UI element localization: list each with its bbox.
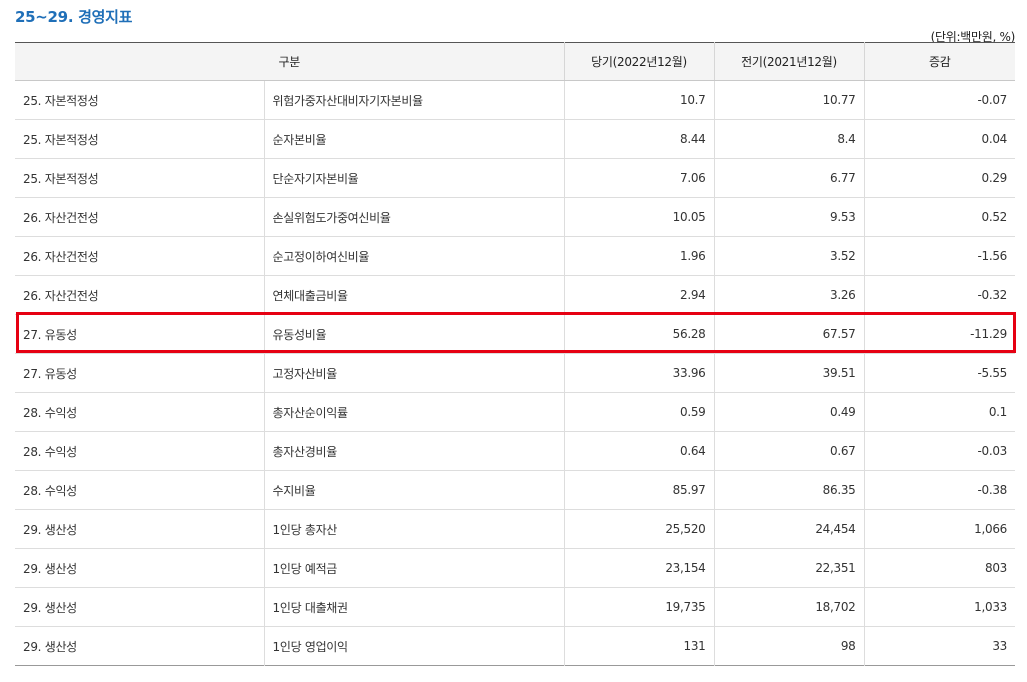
table-row: 26. 자산건전성 연체대출금비율 2.94 3.26 -0.32 bbox=[15, 275, 1016, 315]
cell-current: 19,735 bbox=[563, 587, 715, 627]
table-row: 28. 수익성 총자산경비율 0.64 0.67 -0.03 bbox=[15, 431, 1016, 471]
cell-current: 2.94 bbox=[563, 275, 715, 315]
cell-current: 131 bbox=[563, 626, 715, 666]
cell-change: 1,066 bbox=[863, 509, 1016, 549]
cell-previous: 0.49 bbox=[713, 392, 865, 432]
cell-current: 23,154 bbox=[563, 548, 715, 588]
cell-change: 0.52 bbox=[863, 197, 1016, 237]
table-row: 29. 생산성 1인당 대출채권 19,735 18,702 1,033 bbox=[15, 587, 1016, 627]
cell-previous: 8.4 bbox=[713, 119, 865, 159]
cell-change: 0.1 bbox=[863, 392, 1016, 432]
cell-previous: 22,351 bbox=[713, 548, 865, 588]
management-indicators-table: 구분 당기(2022년12월) 전기(2021년12월) 증감 25. 자본적정… bbox=[15, 42, 1016, 666]
table-header-row: 구분 당기(2022년12월) 전기(2021년12월) 증감 bbox=[15, 42, 1016, 81]
cell-current: 33.96 bbox=[563, 353, 715, 393]
cell-item: 단순자기자본비율 bbox=[263, 158, 565, 198]
cell-current: 1.96 bbox=[563, 236, 715, 276]
cell-change: -0.07 bbox=[863, 80, 1016, 120]
cell-current: 56.28 bbox=[563, 314, 715, 354]
cell-group: 27. 유동성 bbox=[15, 314, 264, 354]
header-current: 당기(2022년12월) bbox=[563, 42, 715, 81]
cell-group: 29. 생산성 bbox=[15, 548, 264, 588]
cell-group: 26. 자산건전성 bbox=[15, 275, 264, 315]
cell-group: 26. 자산건전성 bbox=[15, 236, 264, 276]
cell-previous: 67.57 bbox=[713, 314, 865, 354]
cell-previous: 18,702 bbox=[713, 587, 865, 627]
cell-previous: 3.52 bbox=[713, 236, 865, 276]
header-previous: 전기(2021년12월) bbox=[713, 42, 865, 81]
cell-change: -5.55 bbox=[863, 353, 1016, 393]
cell-current: 0.64 bbox=[563, 431, 715, 471]
table-row: 25. 자본적정성 단순자기자본비율 7.06 6.77 0.29 bbox=[15, 158, 1016, 198]
cell-change: 803 bbox=[863, 548, 1016, 588]
cell-previous: 24,454 bbox=[713, 509, 865, 549]
header-category: 구분 bbox=[15, 42, 565, 81]
cell-current: 10.7 bbox=[563, 80, 715, 120]
table-row: 25. 자본적정성 위험가중자산대비자기자본비율 10.7 10.77 -0.07 bbox=[15, 80, 1016, 120]
cell-previous: 86.35 bbox=[713, 470, 865, 510]
table-row: 26. 자산건전성 손실위험도가중여신비율 10.05 9.53 0.52 bbox=[15, 197, 1016, 237]
cell-current: 0.59 bbox=[563, 392, 715, 432]
cell-item: 손실위험도가중여신비율 bbox=[263, 197, 565, 237]
page-title: 25~29. 경영지표 bbox=[15, 8, 133, 26]
cell-group: 29. 생산성 bbox=[15, 587, 264, 627]
cell-item: 1인당 총자산 bbox=[263, 509, 565, 549]
cell-item: 위험가중자산대비자기자본비율 bbox=[263, 80, 565, 120]
cell-group: 27. 유동성 bbox=[15, 353, 264, 393]
table-row: 29. 생산성 1인당 총자산 25,520 24,454 1,066 bbox=[15, 509, 1016, 549]
cell-change: 0.04 bbox=[863, 119, 1016, 159]
table-row: 28. 수익성 수지비율 85.97 86.35 -0.38 bbox=[15, 470, 1016, 510]
cell-group: 26. 자산건전성 bbox=[15, 197, 264, 237]
cell-item: 1인당 영업이익 bbox=[263, 626, 565, 666]
cell-previous: 9.53 bbox=[713, 197, 865, 237]
cell-group: 28. 수익성 bbox=[15, 392, 264, 432]
cell-item: 1인당 대출채권 bbox=[263, 587, 565, 627]
table-row: 27. 유동성 고정자산비율 33.96 39.51 -5.55 bbox=[15, 353, 1016, 393]
table-row: 29. 생산성 1인당 영업이익 131 98 33 bbox=[15, 626, 1016, 666]
cell-current: 85.97 bbox=[563, 470, 715, 510]
cell-change: 1,033 bbox=[863, 587, 1016, 627]
cell-change: -11.29 bbox=[863, 314, 1016, 354]
table-row: 29. 생산성 1인당 예적금 23,154 22,351 803 bbox=[15, 548, 1016, 588]
table-row: 28. 수익성 총자산순이익률 0.59 0.49 0.1 bbox=[15, 392, 1016, 432]
cell-item: 고정자산비율 bbox=[263, 353, 565, 393]
cell-group: 25. 자본적정성 bbox=[15, 80, 264, 120]
cell-item: 유동성비율 bbox=[263, 314, 565, 354]
cell-group: 29. 생산성 bbox=[15, 509, 264, 549]
cell-current: 25,520 bbox=[563, 509, 715, 549]
table-row: 26. 자산건전성 순고정이하여신비율 1.96 3.52 -1.56 bbox=[15, 236, 1016, 276]
cell-previous: 3.26 bbox=[713, 275, 865, 315]
cell-group: 29. 생산성 bbox=[23, 639, 77, 654]
cell-previous: 10.77 bbox=[713, 80, 865, 120]
cell-item: 연체대출금비율 bbox=[263, 275, 565, 315]
cell-change: 33 bbox=[863, 626, 1016, 666]
table-row: 25. 자본적정성 순자본비율 8.44 8.4 0.04 bbox=[15, 119, 1016, 159]
cell-group: 28. 수익성 bbox=[15, 470, 264, 510]
cell-change: -0.03 bbox=[863, 431, 1016, 471]
table-body: 25. 자본적정성 위험가중자산대비자기자본비율 10.7 10.77 -0.07 25.… bbox=[15, 80, 1016, 666]
cell-current: 8.44 bbox=[563, 119, 715, 159]
cell-item: 순고정이하여신비율 bbox=[263, 236, 565, 276]
cell-item: 순자본비율 bbox=[263, 119, 565, 159]
table-row: 27. 유동성 유동성비율 56.28 67.57 -11.29 bbox=[15, 314, 1016, 354]
cell-previous: 98 bbox=[713, 626, 865, 666]
cell-previous: 6.77 bbox=[713, 158, 865, 198]
cell-item: 수지비율 bbox=[263, 470, 565, 510]
cell-previous: 0.67 bbox=[713, 431, 865, 471]
cell-change: -1.56 bbox=[863, 236, 1016, 276]
cell-item: 총자산경비율 bbox=[263, 431, 565, 471]
cell-change: -0.38 bbox=[863, 470, 1016, 510]
cell-item: 1인당 예적금 bbox=[263, 548, 565, 588]
cell-item: 총자산순이익률 bbox=[263, 392, 565, 432]
header-change: 증감 bbox=[863, 42, 1016, 81]
cell-group: 25. 자본적정성 bbox=[15, 119, 264, 159]
cell-current: 7.06 bbox=[563, 158, 715, 198]
cell-group: 28. 수익성 bbox=[15, 431, 264, 471]
cell-group: 25. 자본적정성 bbox=[15, 158, 264, 198]
cell-change: 0.29 bbox=[863, 158, 1016, 198]
cell-change: -0.32 bbox=[863, 275, 1016, 315]
cell-current: 10.05 bbox=[563, 197, 715, 237]
cell-previous: 39.51 bbox=[713, 353, 865, 393]
